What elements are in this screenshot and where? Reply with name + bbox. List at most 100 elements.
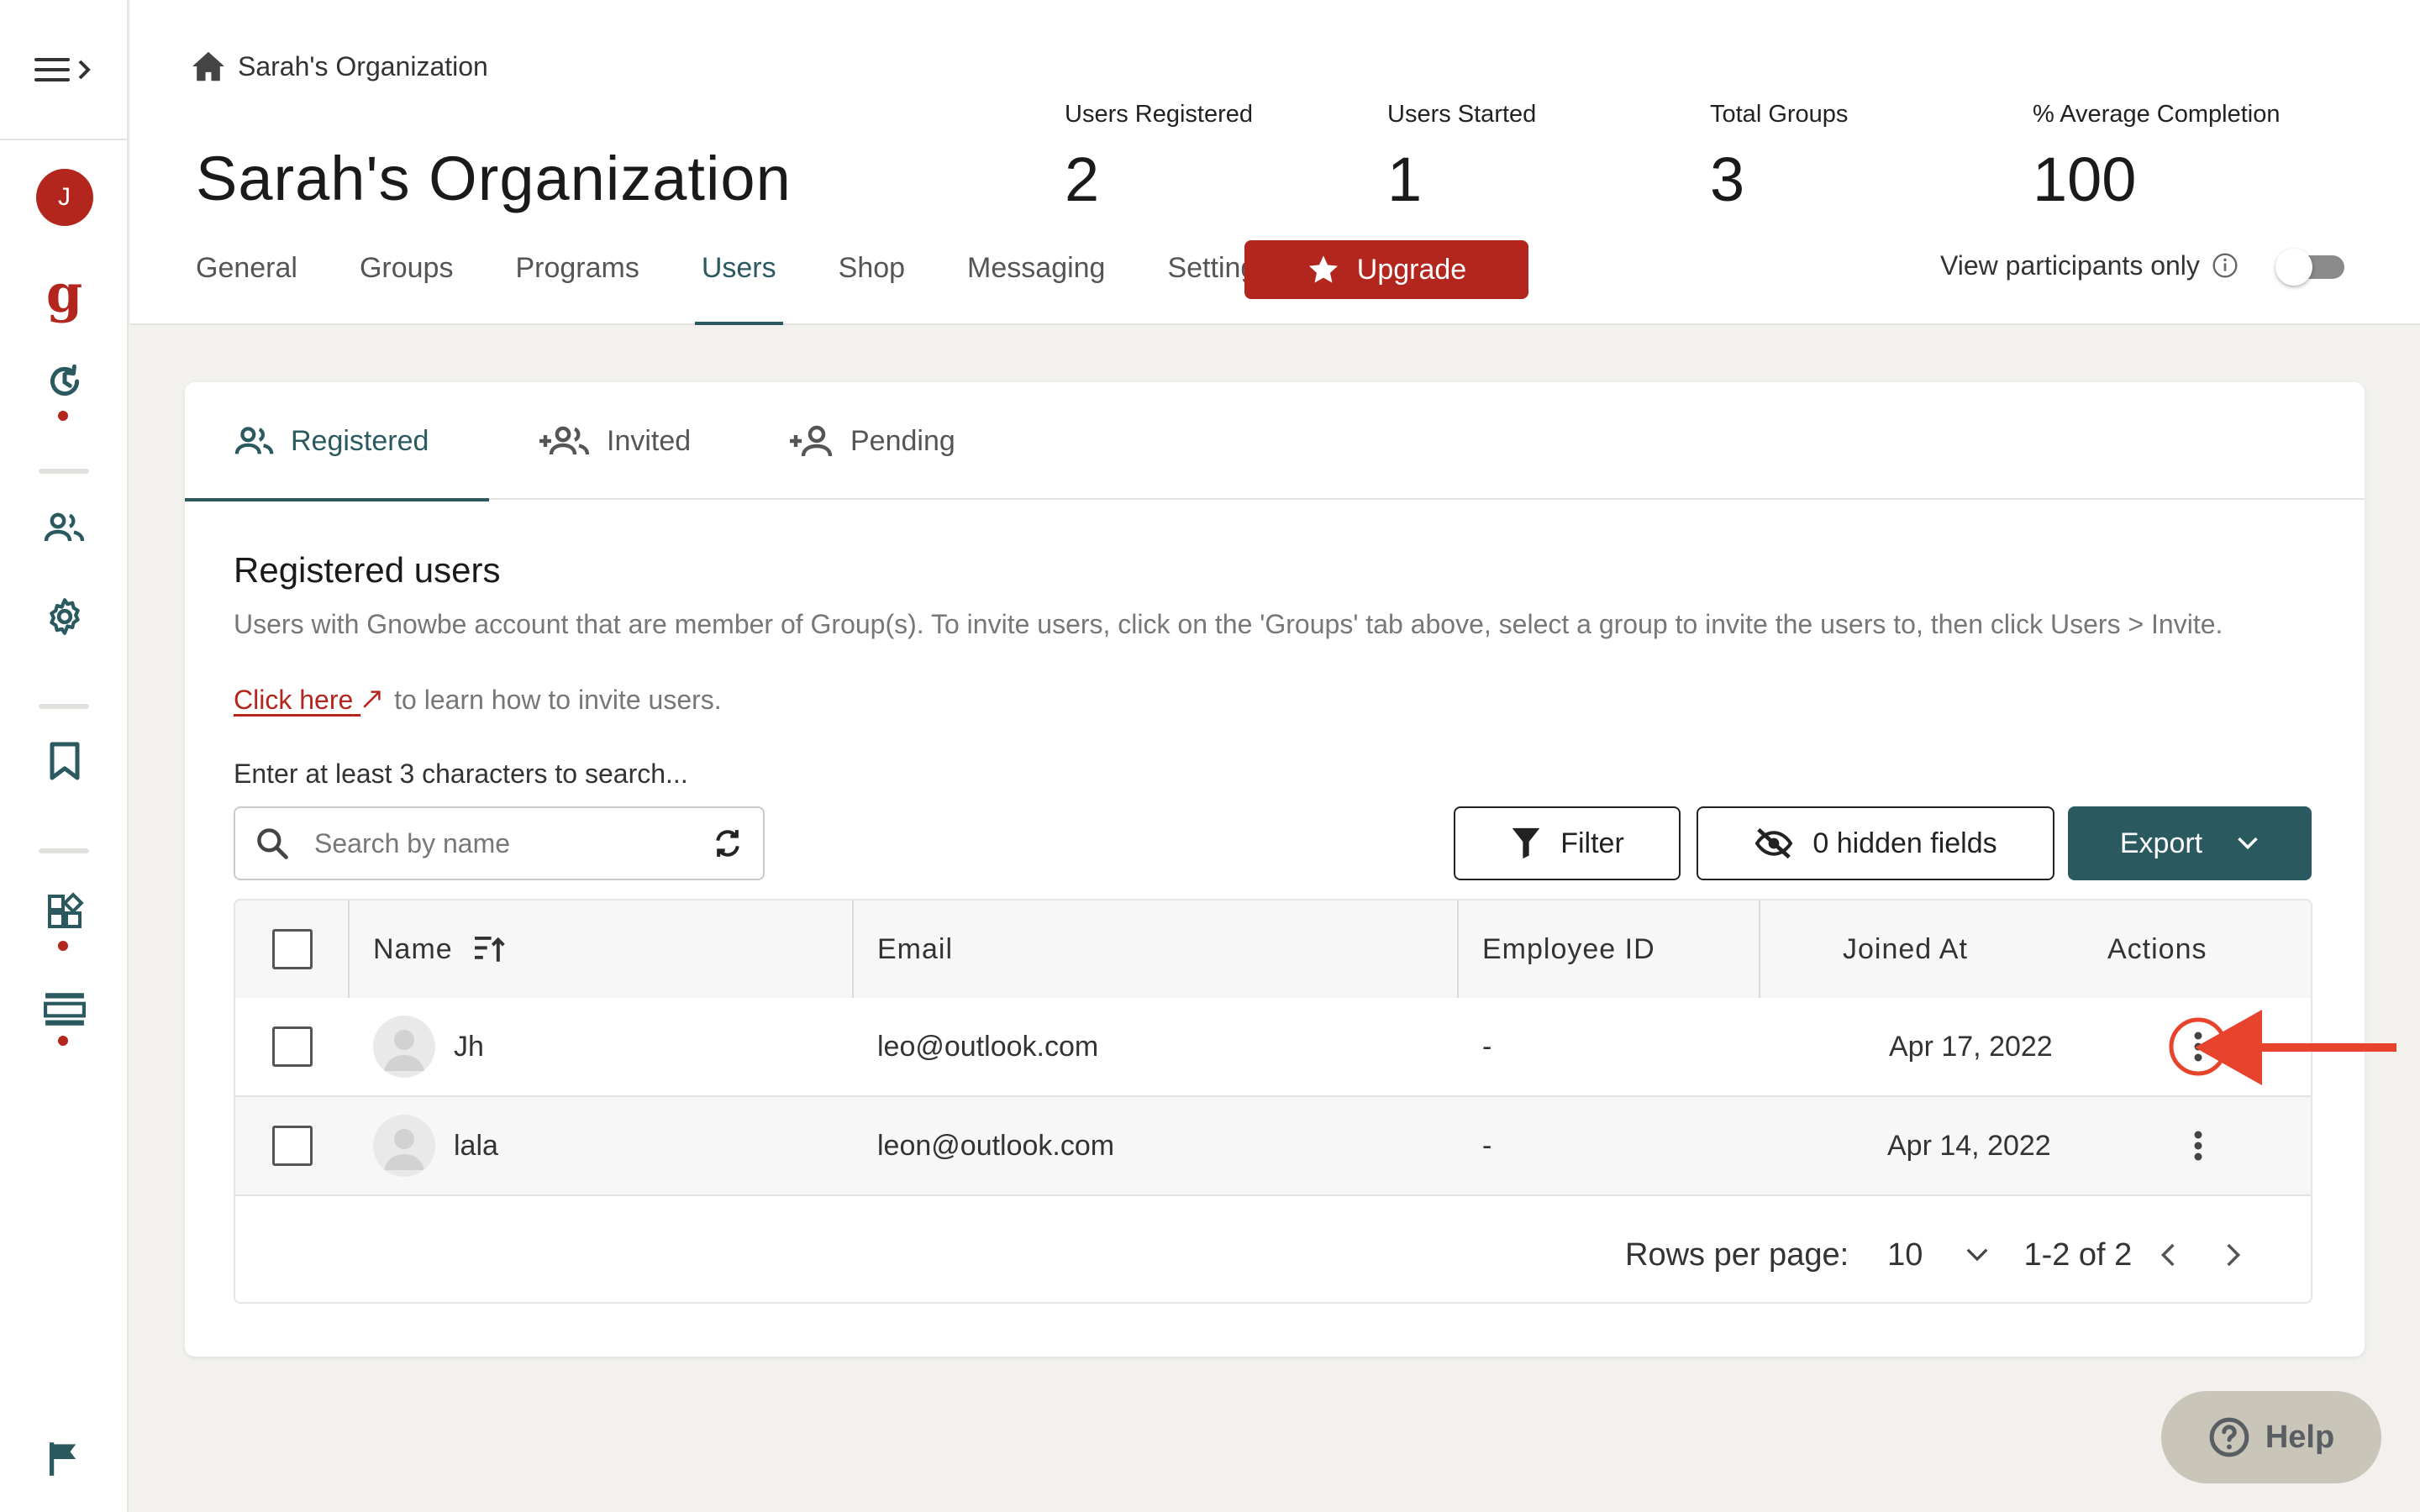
gear-icon <box>49 598 80 635</box>
stat-users-started: Users Started 1 <box>1387 101 1536 215</box>
info-icon[interactable] <box>2212 252 2238 279</box>
sidebar-item-settings[interactable] <box>0 591 129 642</box>
subtab-invited[interactable]: Invited <box>489 382 739 500</box>
help-button[interactable]: Help <box>2161 1391 2381 1483</box>
user-name: lala <box>454 1129 498 1162</box>
tab-users[interactable]: Users <box>694 244 783 325</box>
subtab-label: Pending <box>850 424 955 457</box>
joined-at-cell: Apr 14, 2022 <box>1887 1129 2051 1162</box>
stat-value: 1 <box>1387 144 1423 214</box>
eye-off-icon <box>1755 827 1793 859</box>
menu-expand-button[interactable] <box>0 42 129 97</box>
row-select-cell <box>272 1097 313 1194</box>
org-header: Sarah's Organization Sarah's Organizatio… <box>130 0 2420 325</box>
sidebar-item-history[interactable] <box>0 356 129 407</box>
tab-groups[interactable]: Groups <box>353 244 460 325</box>
sidebar-item-bookmarks[interactable] <box>0 736 129 786</box>
filter-button[interactable]: Filter <box>1454 806 1681 880</box>
column-header-name[interactable]: Name <box>373 900 507 998</box>
view-participants-toggle[interactable] <box>2275 249 2346 286</box>
rows-per-page-select[interactable]: 10 <box>1887 1237 1990 1273</box>
avatar <box>373 1115 435 1177</box>
table-row[interactable]: Jh leo@outlook.com - Apr 17, 2022 <box>235 998 2311 1095</box>
rows-per-page-label: Rows per page: <box>1625 1236 1849 1273</box>
learn-more-line: Click here to learn how to invite users. <box>234 685 722 716</box>
breadcrumb-org-link[interactable]: Sarah's Organization <box>238 51 488 82</box>
chevron-right-icon[interactable] <box>2221 1242 2244 1268</box>
row-checkbox[interactable] <box>272 1026 313 1067</box>
click-here-label: Click here <box>234 685 354 715</box>
hidden-fields-button[interactable]: 0 hidden fields <box>1697 806 2054 880</box>
subtab-registered[interactable]: Registered <box>185 382 489 501</box>
chevron-left-icon[interactable] <box>2157 1242 2181 1268</box>
page-title: Sarah's Organization <box>196 144 792 213</box>
table-row[interactable]: lala leon@outlook.com - Apr 14, 2022 <box>235 1097 2311 1194</box>
upgrade-button[interactable]: Upgrade <box>1244 240 1528 299</box>
tab-programs[interactable]: Programs <box>508 244 645 325</box>
select-all-checkbox[interactable] <box>272 929 313 969</box>
gnowbe-logo: g <box>45 263 83 324</box>
click-here-link[interactable]: Click here <box>234 685 384 716</box>
list-view-icon <box>43 993 86 1026</box>
tab-messaging[interactable]: Messaging <box>960 244 1112 325</box>
participants-toggle-group: View participants only <box>1940 249 2346 286</box>
tab-shop[interactable]: Shop <box>832 244 912 325</box>
sidebar-item-widgets[interactable] <box>0 889 129 934</box>
users-card: Registered Invited Pending Registered us… <box>185 382 2365 1357</box>
row-select-cell <box>272 998 313 1095</box>
column-header-joined-at[interactable]: Joined At <box>1843 900 1968 998</box>
history-icon <box>50 364 79 396</box>
stat-value: 100 <box>2033 144 2137 214</box>
notification-dot <box>58 941 68 951</box>
gnowbe-logo-button[interactable]: g <box>0 262 129 326</box>
search-input[interactable] <box>314 827 711 859</box>
search-icon <box>257 828 288 859</box>
sidebar-item-report[interactable] <box>0 1438 129 1480</box>
joined-at-cell: Apr 17, 2022 <box>1889 1030 2053 1063</box>
column-divider <box>852 900 854 998</box>
org-tabs: General Groups Programs Users Shop Messa… <box>189 244 1326 325</box>
search-hint: Enter at least 3 characters to search... <box>234 759 688 789</box>
page-range: 1-2 of 2 <box>2023 1236 2133 1273</box>
sidebar: J g <box>0 0 129 1512</box>
export-label: Export <box>2119 827 2203 859</box>
stat-label: Total Groups <box>1710 101 1849 128</box>
default-avatar-icon <box>384 1030 424 1071</box>
home-icon <box>192 51 224 81</box>
stat-average-completion: % Average Completion 100 <box>2033 101 2280 215</box>
column-header-actions: Actions <box>2107 932 2207 965</box>
row-actions-button[interactable] <box>2168 1097 2228 1194</box>
annotation-arrow <box>2195 1010 2396 1085</box>
hidden-fields-label: 0 hidden fields <box>1812 827 1997 859</box>
sidebar-item-list-view[interactable] <box>0 986 129 1032</box>
flag-icon <box>49 1442 76 1476</box>
export-button[interactable]: Export <box>2068 806 2312 880</box>
sidebar-separator <box>39 848 89 853</box>
column-divider <box>348 900 350 998</box>
email-cell: leon@outlook.com <box>877 1129 1115 1162</box>
widgets-icon <box>47 892 84 928</box>
users-icon <box>234 427 274 454</box>
stat-total-groups: Total Groups 3 <box>1710 101 1848 215</box>
users-icon <box>44 512 84 542</box>
tab-general[interactable]: General <box>189 244 304 325</box>
toggle-knob <box>2275 249 2312 286</box>
user-avatar-button[interactable]: J <box>0 168 129 227</box>
external-link-icon <box>363 690 381 708</box>
star-icon <box>1308 255 1338 283</box>
filter-icon <box>1512 827 1540 859</box>
row-checkbox[interactable] <box>272 1126 313 1166</box>
email-cell: leo@outlook.com <box>877 1030 1099 1063</box>
notification-dot <box>58 1036 68 1046</box>
column-header-email[interactable]: Email <box>877 900 953 998</box>
column-header-employee-id[interactable]: Employee ID <box>1482 900 1655 998</box>
more-vertical-icon <box>2194 1131 2202 1161</box>
refresh-icon[interactable] <box>711 827 744 860</box>
sidebar-item-users[interactable] <box>0 504 129 551</box>
invite-users-icon <box>539 426 590 455</box>
sidebar-separator <box>39 704 89 709</box>
subtab-pending[interactable]: Pending <box>739 382 1004 500</box>
stat-value: 2 <box>1065 144 1100 214</box>
employee-id-cell: - <box>1482 1129 1492 1162</box>
subtab-label: Registered <box>291 424 429 457</box>
